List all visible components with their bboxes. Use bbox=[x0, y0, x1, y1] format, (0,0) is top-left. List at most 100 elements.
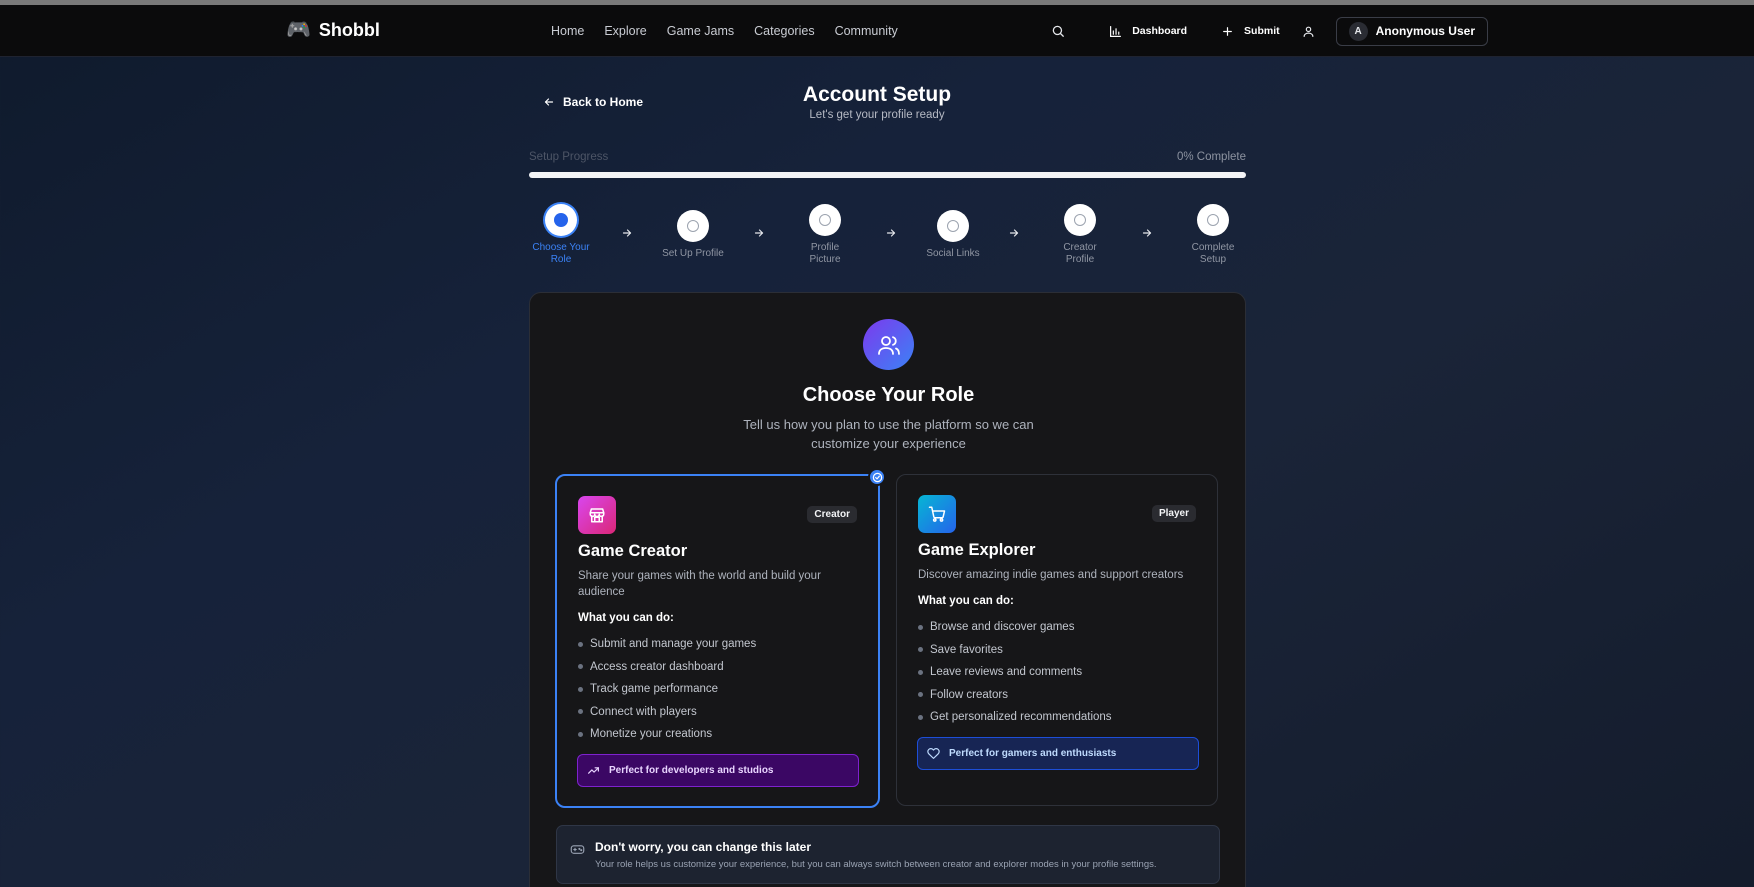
role-badge: Player bbox=[1151, 505, 1196, 522]
step-indicator bbox=[809, 204, 841, 236]
arrow-right-icon bbox=[1009, 229, 1019, 237]
users-icon bbox=[863, 319, 914, 370]
list-item: Follow creators bbox=[918, 684, 1112, 707]
step-indicator bbox=[677, 210, 709, 242]
feature-text: Get personalized recommendations bbox=[930, 711, 1112, 724]
list-item: Leave reviews and comments bbox=[918, 661, 1112, 684]
arrow-right-icon bbox=[754, 229, 764, 237]
section-title: Choose Your Role bbox=[802, 384, 975, 406]
bullet-icon bbox=[578, 709, 583, 715]
user-menu-button[interactable]: A Anonymous User bbox=[1335, 16, 1488, 46]
plus-icon bbox=[1223, 26, 1232, 36]
list-item: Track game performance bbox=[578, 678, 756, 701]
can-do-label: What you can do: bbox=[578, 612, 674, 624]
list-item: Connect with players bbox=[578, 701, 756, 724]
list-item: Monetize your creations bbox=[578, 723, 756, 746]
step-set-up-profile[interactable]: Set Up Profile bbox=[653, 210, 733, 260]
step-creator-profile[interactable]: Creator Profile bbox=[1040, 204, 1120, 266]
nav-link-community[interactable]: Community bbox=[835, 24, 898, 38]
nav-actions: Dashboard Submit A Anonymous User bbox=[1043, 16, 1488, 46]
bullet-icon bbox=[918, 692, 923, 698]
note-text: Your role helps us customize your experi… bbox=[595, 859, 1157, 870]
list-item: Save favorites bbox=[918, 639, 1112, 662]
arrow-right-icon bbox=[886, 229, 896, 237]
feature-text: Connect with players bbox=[590, 705, 697, 718]
page-title: Account Setup bbox=[802, 83, 952, 106]
bullet-icon bbox=[578, 641, 583, 647]
role-option-explorer[interactable]: Player Game Explorer Discover amazing in… bbox=[896, 474, 1218, 806]
step-indicator bbox=[545, 204, 577, 236]
bullet-icon bbox=[918, 714, 923, 720]
brand[interactable]: 🎮 Shobbl bbox=[286, 19, 380, 41]
role-selection-card: Choose Your Role Tell us how you plan to… bbox=[529, 292, 1246, 887]
role-badge: Creator bbox=[807, 506, 857, 523]
step-label: Profile Picture bbox=[809, 242, 841, 265]
gamepad-icon bbox=[570, 845, 585, 854]
progress-bar bbox=[529, 172, 1246, 178]
role-option-creator[interactable]: Creator Game Creator Share your games wi… bbox=[555, 468, 886, 808]
step-dot-icon bbox=[947, 220, 959, 232]
bullet-icon bbox=[578, 686, 583, 692]
list-item: Browse and discover games bbox=[918, 616, 1112, 639]
cart-icon bbox=[918, 495, 956, 533]
selected-check-icon bbox=[868, 468, 886, 486]
page-subtitle: Let's get your profile ready bbox=[809, 109, 945, 121]
nav-link-explore[interactable]: Explore bbox=[604, 24, 646, 38]
submit-button[interactable]: Submit bbox=[1207, 16, 1294, 46]
gamepad-icon: 🎮 bbox=[286, 19, 311, 41]
trending-up-icon bbox=[588, 767, 599, 774]
nav-link-game-jams[interactable]: Game Jams bbox=[667, 24, 734, 38]
user-icon bbox=[1303, 26, 1314, 37]
profile-button[interactable] bbox=[1294, 16, 1324, 46]
feature-text: Submit and manage your games bbox=[590, 638, 757, 651]
bullet-icon bbox=[918, 647, 923, 653]
nav-links: Home Explore Game Jams Categories Commun… bbox=[551, 24, 898, 38]
nav-link-home[interactable]: Home bbox=[551, 24, 584, 38]
feature-text: Track game performance bbox=[590, 683, 719, 696]
store-icon bbox=[578, 496, 616, 534]
step-label: Choose Your Role bbox=[532, 242, 590, 265]
section-description: Tell us how you plan to use the platform… bbox=[743, 417, 1034, 451]
step-label: Social Links bbox=[926, 248, 980, 259]
step-indicator bbox=[1064, 204, 1096, 236]
progress-label: Setup Progress bbox=[529, 151, 609, 163]
arrow-right-icon bbox=[1142, 229, 1152, 237]
step-label: Creator Profile bbox=[1063, 242, 1097, 265]
role-footer-tag: Perfect for developers and studios bbox=[577, 754, 859, 787]
step-profile-picture[interactable]: Profile Picture bbox=[785, 204, 865, 266]
brand-name: Shobbl bbox=[318, 19, 380, 40]
search-button[interactable] bbox=[1043, 16, 1073, 46]
submit-label: Submit bbox=[1244, 25, 1280, 37]
step-dot-icon bbox=[687, 220, 699, 232]
feature-text: Access creator dashboard bbox=[590, 660, 724, 673]
step-social-links[interactable]: Social Links bbox=[913, 210, 993, 260]
role-description: Share your games with the world and buil… bbox=[578, 570, 821, 598]
footer-text: Perfect for gamers and enthusiasts bbox=[949, 748, 1117, 759]
role-footer-tag: Perfect for gamers and enthusiasts bbox=[917, 737, 1199, 770]
footer-text: Perfect for developers and studios bbox=[609, 765, 774, 776]
top-navbar: 🎮 Shobbl Home Explore Game Jams Categori… bbox=[0, 5, 1754, 57]
can-do-label: What you can do: bbox=[918, 595, 1014, 607]
arrow-right-icon bbox=[622, 229, 632, 237]
list-item: Get personalized recommendations bbox=[918, 706, 1112, 729]
step-complete-setup[interactable]: Complete Setup bbox=[1173, 204, 1253, 266]
feature-text: Leave reviews and comments bbox=[930, 666, 1083, 679]
step-dot-icon bbox=[1074, 214, 1086, 226]
dashboard-button[interactable]: Dashboard bbox=[1095, 16, 1201, 46]
list-item: Submit and manage your games bbox=[578, 633, 756, 656]
step-dot-icon bbox=[554, 213, 568, 227]
change-later-note: Don't worry, you can change this later Y… bbox=[556, 825, 1220, 884]
progress-percent: 0% Complete bbox=[1176, 151, 1246, 163]
bullet-icon bbox=[918, 624, 923, 630]
bullet-icon bbox=[918, 669, 923, 675]
step-label: Set Up Profile bbox=[662, 248, 724, 259]
step-choose-role[interactable]: Choose Your Role bbox=[521, 204, 601, 266]
step-dot-icon bbox=[819, 214, 831, 226]
nav-link-categories[interactable]: Categories bbox=[754, 24, 814, 38]
role-description: Discover amazing indie games and support… bbox=[918, 569, 1184, 581]
dashboard-label: Dashboard bbox=[1132, 25, 1188, 37]
search-icon bbox=[1052, 25, 1065, 37]
feature-list: Submit and manage your games Access crea… bbox=[578, 633, 756, 746]
user-name: Anonymous User bbox=[1375, 24, 1475, 38]
bullet-icon bbox=[578, 664, 583, 670]
